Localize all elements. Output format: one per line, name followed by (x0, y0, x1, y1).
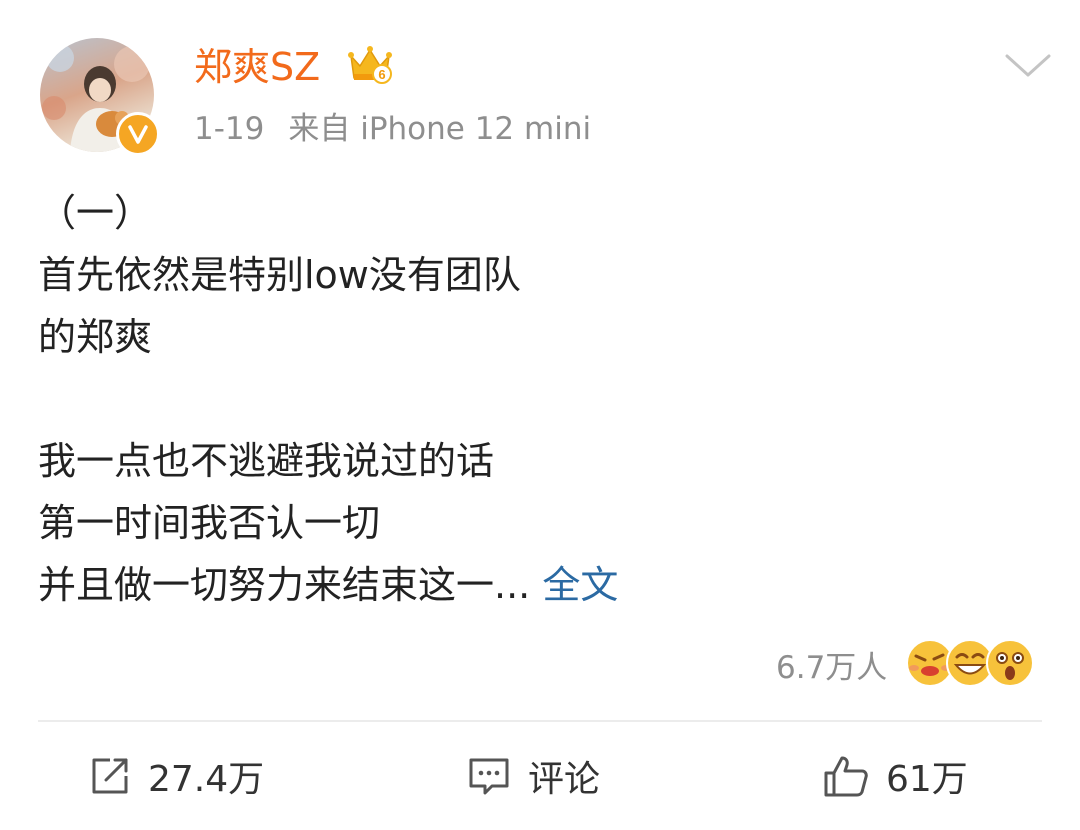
repost-count: 27.4万 (148, 759, 265, 800)
reaction-summary[interactable]: 6.7万人 (776, 636, 1035, 692)
comment-label: 评论 (528, 759, 601, 800)
reaction-count: 6.7万人 (776, 649, 888, 686)
comment-button[interactable]: 评论 (466, 746, 600, 806)
like-count: 61万 (886, 759, 968, 800)
like-button[interactable]: 61万 (822, 746, 968, 806)
crown-icon[interactable]: 6 (348, 44, 392, 86)
verified-badge-icon (116, 112, 160, 156)
weibo-post-card: 郑爽SZ 6 1-19 来自 iPhone 12 mini （一） 首先依然是特别… (0, 0, 1080, 830)
post-text-truncated: 并且做一切努力来结束这一... (38, 563, 531, 607)
shocked-face-icon (986, 639, 1035, 687)
post-text-line: 第一时间我否认一切 (38, 501, 381, 545)
post-text[interactable]: （一） 首先依然是特别low没有团队 的郑爽 我一点也不逃避我说过的话 第一时间… (38, 182, 1038, 616)
chevron-down-icon[interactable] (1003, 50, 1053, 80)
divider (38, 720, 1042, 722)
thumbs-up-icon (824, 756, 868, 797)
post-text-line-last: 并且做一切努力来结束这一... 全文 (38, 554, 1038, 616)
comment-icon (469, 758, 509, 795)
post-source: 来自 iPhone 12 mini (288, 111, 592, 147)
crown-level: 6 (378, 67, 385, 82)
post-text-line: 的郑爽 (38, 315, 153, 359)
repost-icon (92, 758, 128, 794)
post-meta: 1-19 来自 iPhone 12 mini (194, 106, 591, 152)
post-date: 1-19 (194, 111, 265, 147)
post-text-line: 首先依然是特别low没有团队 (38, 253, 521, 297)
post-text-blank-line (38, 368, 1038, 430)
read-more-link[interactable]: 全文 (542, 563, 618, 607)
post-text-line: 我一点也不逃避我说过的话 (38, 439, 495, 483)
reaction-emojis (905, 638, 1035, 690)
post-text-line: （一） (38, 191, 153, 235)
repost-button[interactable]: 27.4万 (88, 746, 264, 806)
author-name[interactable]: 郑爽SZ (194, 40, 320, 94)
